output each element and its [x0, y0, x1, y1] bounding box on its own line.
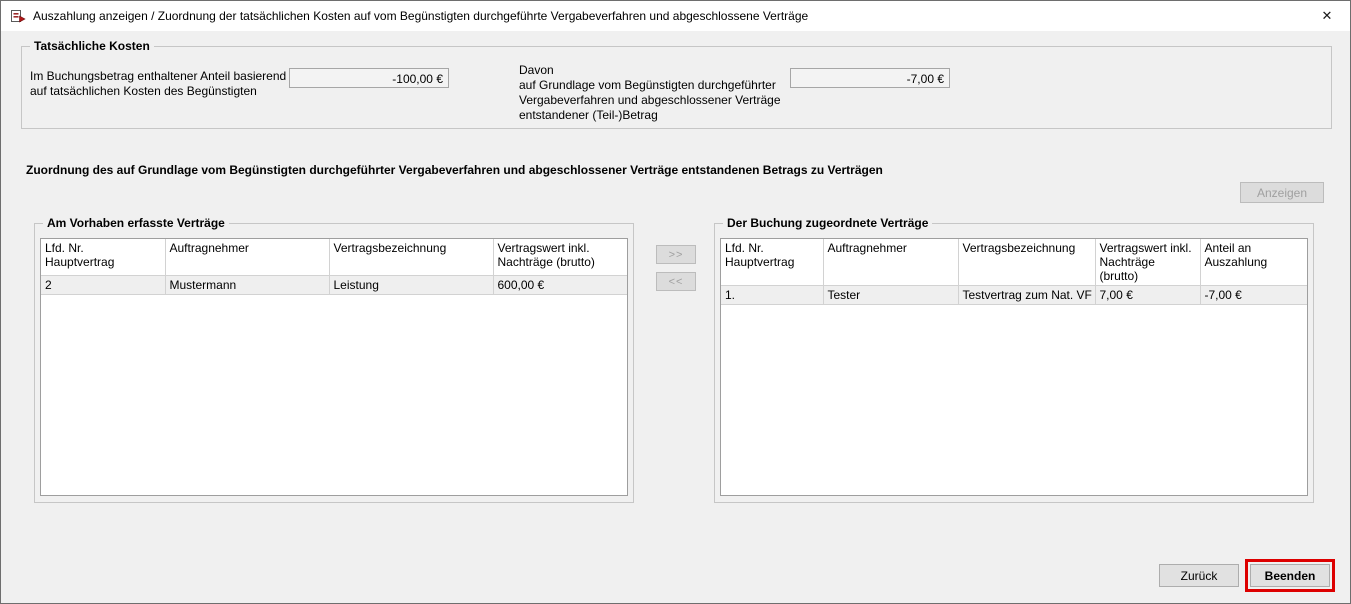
table-row[interactable]: 1. Tester Testvertrag zum Nat. VF 7,00 €…	[721, 286, 1307, 305]
column-header-auftragnehmer[interactable]: Auftragnehmer	[823, 239, 958, 286]
contracts-table-left-wrap: Lfd. Nr. Hauptvertrag Auftragnehmer Vert…	[40, 238, 628, 496]
zurueck-button[interactable]: Zurück	[1159, 564, 1239, 587]
column-header-vertragsbezeichnung[interactable]: Vertragsbezeichnung	[329, 239, 493, 275]
beenden-button[interactable]: Beenden	[1250, 564, 1330, 587]
table-row[interactable]: 2 Mustermann Leistung 600,00 €	[41, 275, 627, 294]
anzeigen-button[interactable]: Anzeigen	[1240, 182, 1324, 203]
contracts-table-right-wrap: Lfd. Nr. Hauptvertrag Auftragnehmer Vert…	[720, 238, 1308, 496]
column-header-auftragnehmer[interactable]: Auftragnehmer	[165, 239, 329, 275]
column-header-lfd-nr[interactable]: Lfd. Nr. Hauptvertrag	[721, 239, 823, 286]
group-title-zugeordnete-vertraege: Der Buchung zugeordnete Verträge	[723, 216, 932, 230]
column-header-vertragswert[interactable]: Vertragswert inkl. Nachträge (brutto)	[493, 239, 627, 275]
cell-vertragswert: 7,00 €	[1095, 286, 1200, 305]
close-icon: ✕	[1322, 8, 1333, 24]
column-header-vertragswert[interactable]: Vertragswert inkl. Nachträge (brutto)	[1095, 239, 1200, 286]
column-header-anteil[interactable]: Anteil an Auszahlung	[1200, 239, 1307, 286]
booking-share-value[interactable]: -100,00 €	[289, 68, 449, 88]
titlebar: Auszahlung anzeigen / Zuordnung der tats…	[1, 1, 1350, 31]
cell-lfd-nr: 2	[41, 275, 165, 294]
partial-amount-value[interactable]: -7,00 €	[790, 68, 950, 88]
cell-vertragsbezeichnung: Leistung	[329, 275, 493, 294]
header-row: Lfd. Nr. Hauptvertrag Auftragnehmer Vert…	[721, 239, 1307, 286]
window-title: Auszahlung anzeigen / Zuordnung der tats…	[33, 9, 808, 23]
move-left-button[interactable]: <<	[656, 272, 696, 291]
cell-anteil: -7,00 €	[1200, 286, 1307, 305]
group-erfasste-vertraege: Am Vorhaben erfasste Verträge Lfd. Nr. H…	[34, 223, 634, 503]
cell-auftragnehmer: Mustermann	[165, 275, 329, 294]
column-header-vertragsbezeichnung[interactable]: Vertragsbezeichnung	[958, 239, 1095, 286]
cell-auftragnehmer: Tester	[823, 286, 958, 305]
contracts-table-left: Lfd. Nr. Hauptvertrag Auftragnehmer Vert…	[41, 239, 627, 295]
contracts-table-right: Lfd. Nr. Hauptvertrag Auftragnehmer Vert…	[721, 239, 1307, 305]
group-zugeordnete-vertraege: Der Buchung zugeordnete Verträge Lfd. Nr…	[714, 223, 1314, 503]
header-row: Lfd. Nr. Hauptvertrag Auftragnehmer Vert…	[41, 239, 627, 275]
assignment-section-label: Zuordnung des auf Grundlage vom Begünsti…	[26, 163, 883, 177]
cell-vertragsbezeichnung: Testvertrag zum Nat. VF	[958, 286, 1095, 305]
column-header-lfd-nr[interactable]: Lfd. Nr. Hauptvertrag	[41, 239, 165, 275]
close-button[interactable]: ✕	[1304, 1, 1350, 30]
group-title-tatsaechliche-kosten: Tatsächliche Kosten	[30, 39, 154, 53]
booking-share-label: Im Buchungsbetrag enthaltener Anteil bas…	[30, 69, 286, 99]
cell-vertragswert: 600,00 €	[493, 275, 627, 294]
davon-label: Davon auf Grundlage vom Begünstigten dur…	[519, 63, 781, 123]
cell-lfd-nr: 1.	[721, 286, 823, 305]
group-tatsaechliche-kosten: Tatsächliche Kosten Im Buchungsbetrag en…	[21, 46, 1332, 129]
dialog-window: Auszahlung anzeigen / Zuordnung der tats…	[0, 0, 1351, 604]
app-icon	[10, 8, 26, 24]
move-right-button[interactable]: >>	[656, 245, 696, 264]
group-title-erfasste-vertraege: Am Vorhaben erfasste Verträge	[43, 216, 229, 230]
